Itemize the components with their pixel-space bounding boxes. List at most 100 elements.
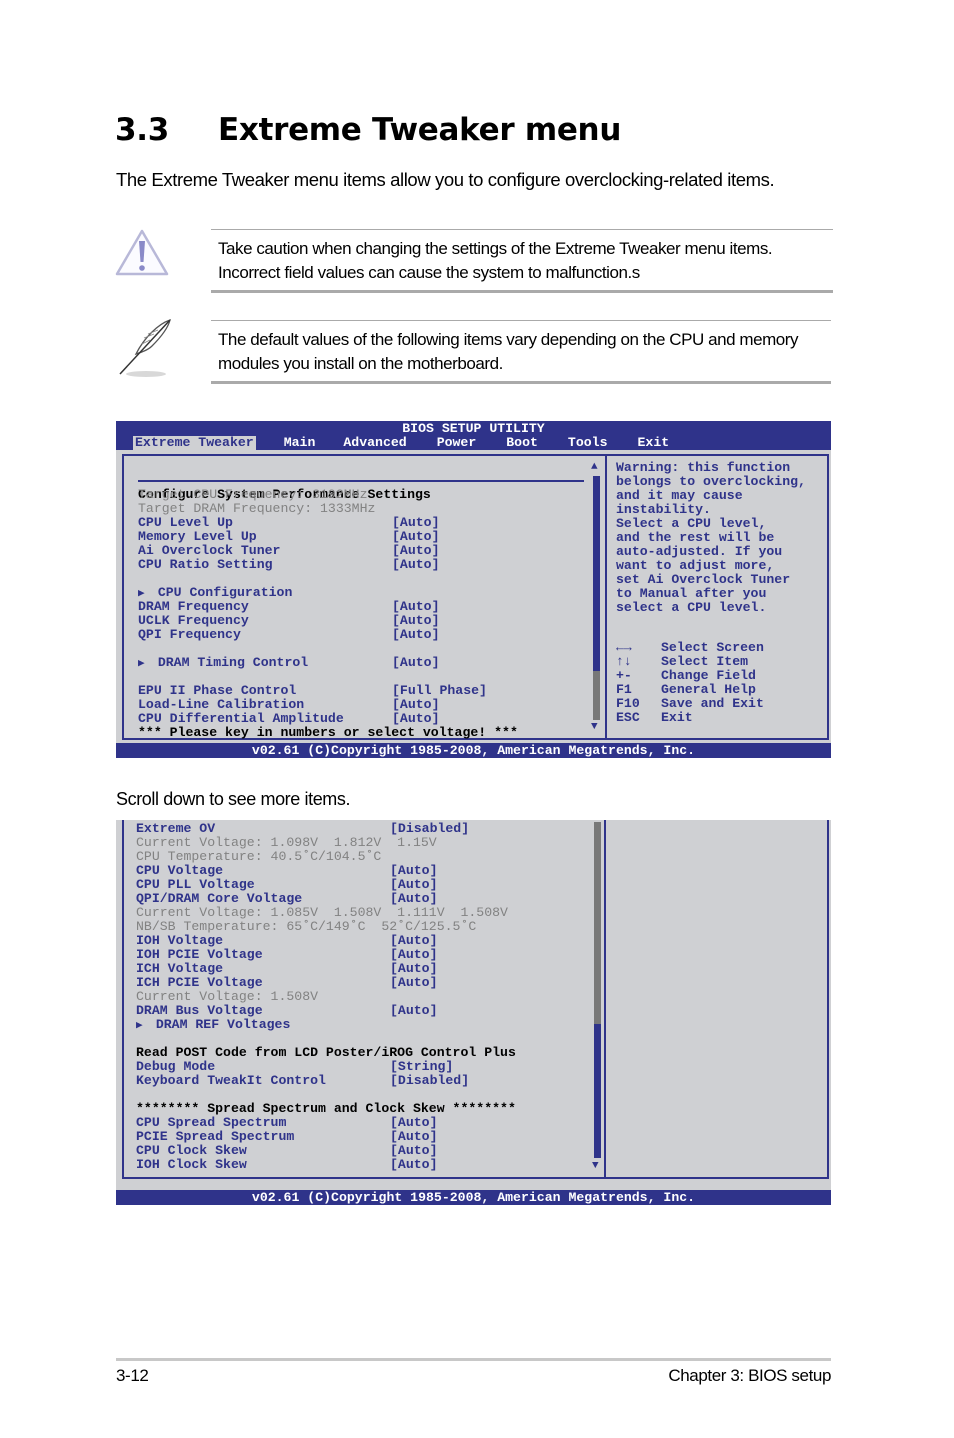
setting-uclk-frequency[interactable]: UCLK Frequency [Auto] — [138, 614, 518, 628]
scrollbar-track[interactable] — [594, 822, 601, 1158]
setting-qpi-frequency[interactable]: QPI Frequency [Auto] — [138, 628, 518, 642]
setting-value[interactable]: [Auto] — [390, 1144, 437, 1158]
setting-cpu-spread-spectrum[interactable]: CPU Spread Spectrum [Auto] — [136, 1116, 516, 1130]
setting-value[interactable]: [Auto] — [390, 962, 437, 976]
setting-value[interactable]: [Auto] — [392, 656, 439, 670]
setting-label: CPU Configuration — [157, 585, 293, 600]
setting-extreme-ov[interactable]: Extreme OV [Disabled] — [136, 822, 516, 836]
setting-cpu-configuration[interactable]: ▶ CPU Configuration — [138, 585, 518, 601]
setting-value[interactable]: [Auto] — [390, 1158, 437, 1172]
key-name: F1 — [616, 682, 632, 697]
setting-memory-level-up[interactable]: Memory Level Up [Auto] — [138, 530, 518, 544]
setting-value[interactable]: [Auto] — [392, 712, 439, 726]
setting-ich-pcie-voltage[interactable]: ICH PCIE Voltage [Auto] — [136, 976, 516, 990]
setting-ich-voltage[interactable]: ICH Voltage [Auto] — [136, 962, 516, 976]
setting-value[interactable]: [Auto] — [390, 1116, 437, 1130]
setting-value[interactable]: [Auto] — [390, 1004, 437, 1018]
setting-cpu-differential-amplitude[interactable]: CPU Differential Amplitude [Auto] — [138, 712, 518, 726]
menu-tab-extreme-tweaker[interactable]: Extreme Tweaker — [133, 436, 256, 450]
setting-ai-overclock-tuner[interactable]: Ai Overclock Tuner [Auto] — [138, 544, 518, 558]
chapter-label: Chapter 3: BIOS setup — [668, 1366, 831, 1385]
menu-tab-power[interactable]: Power — [435, 436, 479, 450]
setting-label: EPU II Phase Control — [138, 683, 297, 698]
setting-pcie-spread-spectrum[interactable]: PCIE Spread Spectrum [Auto] — [136, 1130, 516, 1144]
setting-value[interactable]: [Auto] — [392, 544, 439, 558]
info-readout: Current Voltage: 1.098V 1.812V 1.15V — [136, 835, 437, 850]
scrollbar-thumb[interactable] — [594, 1023, 601, 1158]
heading-divider — [138, 480, 584, 482]
setting-label: CPU Ratio Setting — [138, 557, 273, 572]
setting-value[interactable]: [Auto] — [390, 892, 437, 906]
key-name: ESC — [616, 710, 640, 725]
setting-dram-frequency[interactable]: DRAM Frequency [Auto] — [138, 600, 518, 614]
setting-value[interactable]: [Auto] — [392, 698, 439, 712]
scroll-down-arrow-icon[interactable]: ▼ — [592, 1161, 599, 1172]
setting-value[interactable]: [Auto] — [392, 628, 439, 642]
setting-cpu-clock-skew[interactable]: CPU Clock Skew [Auto] — [136, 1144, 516, 1158]
setting-label: IOH PCIE Voltage — [136, 947, 263, 962]
setting-value[interactable]: [Auto] — [390, 976, 437, 990]
setting-value[interactable]: [Auto] — [390, 934, 437, 948]
setting-value[interactable]: [Disabled] — [390, 1074, 469, 1088]
setting-dram-bus-voltage[interactable]: DRAM Bus Voltage [Auto] — [136, 1004, 516, 1018]
setting-load-line-calibration[interactable]: Load-Line Calibration [Auto] — [138, 698, 518, 712]
help-line: select a CPU level. — [616, 600, 767, 615]
setting-keyboard-tweakit-control[interactable]: Keyboard TweakIt Control [Disabled] — [136, 1074, 516, 1088]
setting-label: DRAM Bus Voltage — [136, 1003, 263, 1018]
setting-ioh-clock-skew[interactable]: IOH Clock Skew [Auto] — [136, 1158, 516, 1172]
scrollbar-track[interactable] — [593, 476, 600, 720]
key-legend-item: ←→ Select Screen — [616, 641, 764, 655]
setting-label: Memory Level Up — [138, 529, 257, 544]
setting-value[interactable]: [Auto] — [392, 614, 439, 628]
setting-dram-ref-voltages[interactable]: ▶ DRAM REF Voltages — [136, 1018, 516, 1033]
info-readout: Current Voltage: 1.508V — [136, 989, 319, 1004]
setting-ioh-voltage[interactable]: IOH Voltage [Auto] — [136, 934, 516, 948]
key-name: F10 — [616, 696, 640, 711]
setting-cpu-level-up[interactable]: CPU Level Up [Auto] — [138, 516, 518, 530]
caution-note: Take caution when changing the settings … — [211, 229, 833, 293]
help-line: instability. — [616, 502, 711, 517]
setting-value[interactable]: [Auto] — [392, 600, 439, 614]
scrollbar-thumb[interactable] — [593, 476, 600, 672]
bios-copyright: v02.61 (C)Copyright 1985-2008, American … — [116, 1190, 831, 1205]
setting-cpu-ratio-setting[interactable]: CPU Ratio Setting [Auto] — [138, 558, 518, 572]
group-heading: ******** Spread Spectrum and Clock Skew … — [136, 1101, 516, 1116]
setting-dram-timing-control[interactable]: ▶ DRAM Timing Control [Auto] — [138, 656, 518, 671]
setting-label: CPU Clock Skew — [136, 1143, 247, 1158]
menu-tab-main[interactable]: Main — [282, 436, 318, 450]
menu-tab-boot[interactable]: Boot — [504, 436, 540, 450]
setting-epu-ii-phase-control[interactable]: EPU II Phase Control [Full Phase] — [138, 684, 518, 698]
help-line: Warning: this function — [616, 460, 791, 475]
setting-qpi-dram-core-voltage[interactable]: QPI/DRAM Core Voltage [Auto] — [136, 892, 516, 906]
setting-value[interactable]: [Auto] — [390, 878, 437, 892]
setting-value[interactable]: [Disabled] — [390, 822, 469, 836]
setting-value[interactable]: [Auto] — [390, 864, 437, 878]
key-action: Select Screen — [661, 640, 764, 655]
menu-tab-advanced[interactable]: Advanced — [341, 436, 408, 450]
setting-value[interactable]: [Auto] — [392, 530, 439, 544]
scroll-up-arrow-icon[interactable]: ▲ — [591, 462, 598, 473]
bios-menu-bar: Extreme Tweaker Main Advanced Power Boot… — [133, 436, 671, 450]
triangle-right-icon: ▶ — [138, 658, 158, 670]
setting-value[interactable]: [Auto] — [390, 948, 437, 962]
setting-label: Ai Overclock Tuner — [138, 543, 281, 558]
group-heading: *** Please key in numbers or select volt… — [138, 725, 518, 740]
help-line: and the rest will be — [616, 530, 775, 545]
setting-value[interactable]: [String] — [390, 1060, 453, 1074]
menu-tab-tools[interactable]: Tools — [566, 436, 610, 450]
section-title-text: Extreme Tweaker menu — [218, 112, 622, 148]
scroll-down-arrow-icon[interactable]: ▼ — [591, 722, 598, 733]
bios-copyright: v02.61 (C)Copyright 1985-2008, American … — [116, 743, 831, 758]
info-readout: NB/SB Temperature: 65˚C/149˚C 52˚C/125.5… — [136, 919, 477, 934]
settings-list: Target CPU Frequency: 3192MHz Target DRAM… — [138, 488, 518, 740]
setting-value[interactable]: [Auto] — [392, 516, 439, 530]
menu-tab-exit[interactable]: Exit — [636, 436, 672, 450]
setting-value[interactable]: [Auto] — [392, 558, 439, 572]
setting-cpu-pll-voltage[interactable]: CPU PLL Voltage [Auto] — [136, 878, 516, 892]
setting-value[interactable]: [Full Phase] — [392, 684, 487, 698]
setting-value[interactable]: [Auto] — [390, 1130, 437, 1144]
setting-ioh-pcie-voltage[interactable]: IOH PCIE Voltage [Auto] — [136, 948, 516, 962]
setting-cpu-voltage[interactable]: CPU Voltage [Auto] — [136, 864, 516, 878]
setting-debug-mode[interactable]: Debug Mode [String] — [136, 1060, 516, 1074]
